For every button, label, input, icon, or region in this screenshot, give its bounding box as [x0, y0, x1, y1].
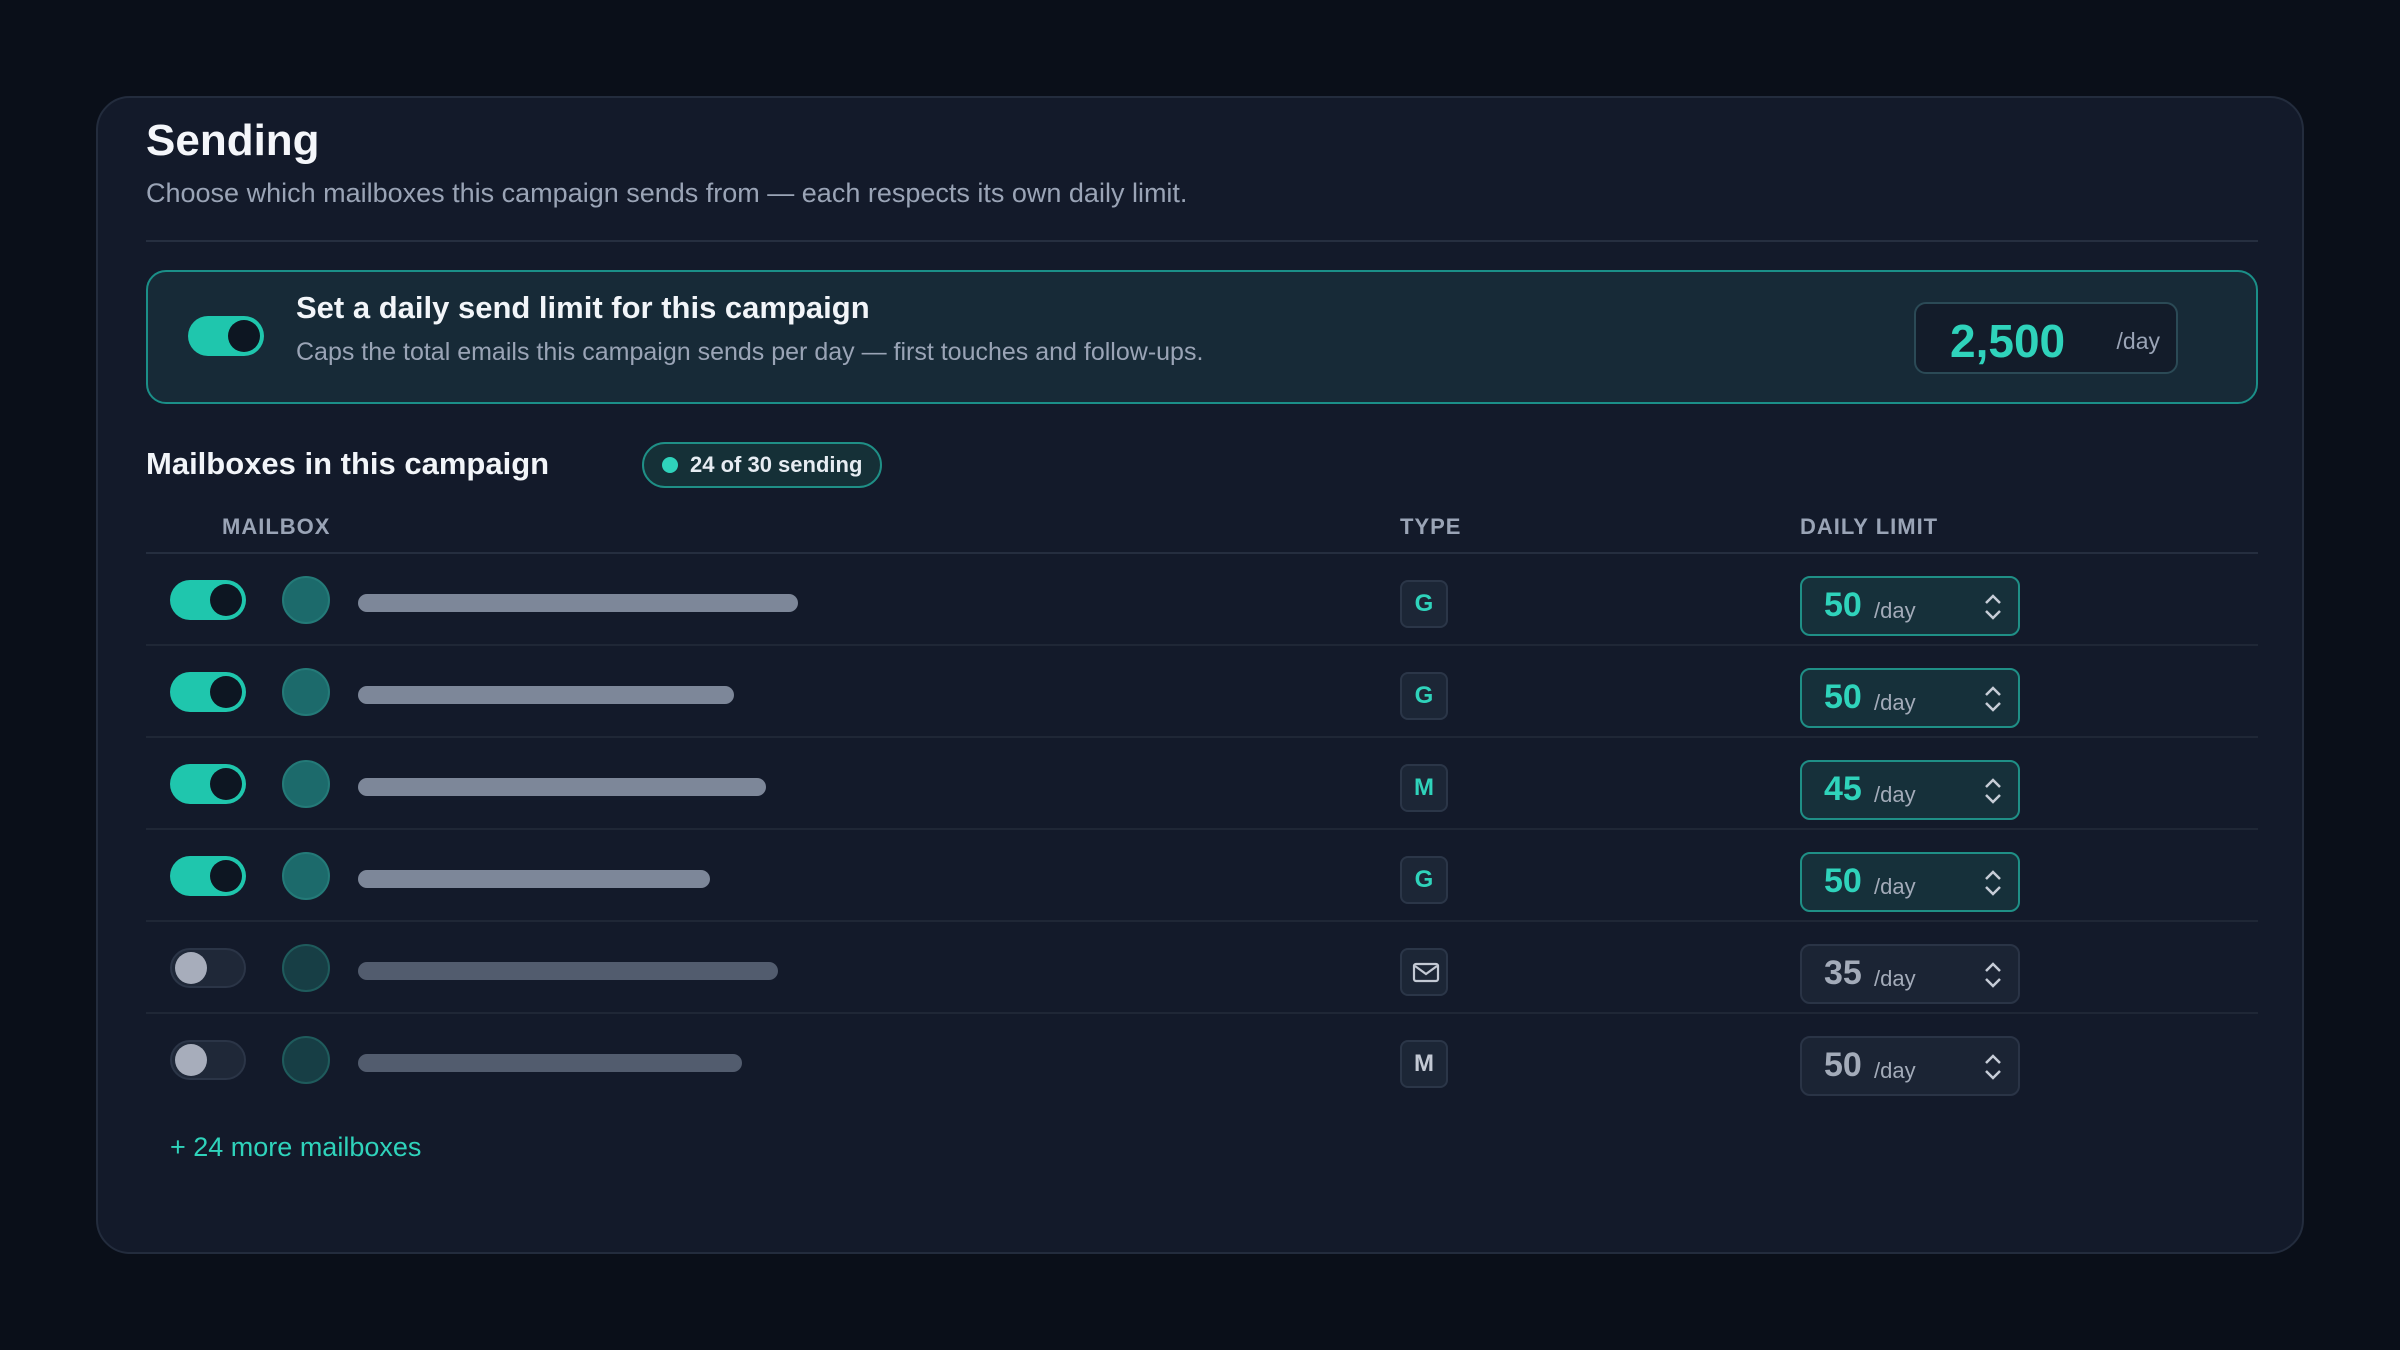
avatar [282, 576, 330, 624]
daily-limit-stepper[interactable]: 35 /day [1800, 944, 2020, 1004]
sending-card: Sending Choose which mailboxes this camp… [96, 96, 2304, 1254]
page-subtitle: Choose which mailboxes this campaign sen… [146, 178, 1188, 208]
table-row: M 50 /day [146, 1014, 2258, 1106]
campaign-limit-unit: /day [2116, 328, 2160, 354]
mailbox-toggle[interactable] [170, 764, 246, 804]
daily-limit-unit: /day [1874, 690, 1916, 715]
mailbox-toggle[interactable] [170, 672, 246, 712]
avatar [282, 760, 330, 808]
mailbox-address-placeholder [358, 870, 710, 888]
mailbox-address-placeholder [358, 1054, 742, 1072]
type-chip: G [1400, 580, 1448, 628]
daily-limit-value: 50 [1824, 1046, 1862, 1084]
campaign-limit-value: 2,500 [1950, 315, 2066, 367]
daily-limit-stepper[interactable]: 50 /day [1800, 576, 2020, 636]
daily-limit-unit: /day [1874, 598, 1916, 623]
daily-limit-value: 50 [1824, 586, 1862, 624]
table-row: M 45 /day [146, 738, 2258, 830]
daily-limit-unit: /day [1874, 782, 1916, 807]
avatar [282, 852, 330, 900]
mailbox-toggle[interactable] [170, 948, 246, 988]
table-row: 35 /day [146, 922, 2258, 1014]
table-row: G 50 /day [146, 646, 2258, 738]
table-row: G 50 /day [146, 830, 2258, 922]
table-row: G 50 /day [146, 554, 2258, 646]
daily-limit-value: 50 [1824, 678, 1862, 716]
toggle-knob [228, 320, 260, 352]
type-chip: G [1400, 856, 1448, 904]
daily-limit-stepper[interactable]: 45 /day [1800, 760, 2020, 820]
divider [146, 240, 2258, 242]
mailbox-toggle[interactable] [170, 580, 246, 620]
mailboxes-section-title: Mailboxes in this campaign [146, 446, 550, 481]
type-chip: M [1400, 764, 1448, 812]
daily-limit-value: 35 [1824, 954, 1862, 992]
stepper-arrows-icon[interactable] [1982, 866, 2004, 900]
campaign-limit-input[interactable]: 2,500 /day [1914, 302, 2178, 374]
avatar [282, 668, 330, 716]
column-header-mailbox: MAILBOX [222, 514, 331, 539]
page-title: Sending [146, 116, 320, 165]
toggle-knob [210, 768, 242, 800]
status-dot-icon [662, 457, 678, 473]
mailbox-toggle[interactable] [170, 1040, 246, 1080]
toggle-knob [210, 584, 242, 616]
stepper-arrows-icon[interactable] [1982, 590, 2004, 624]
toggle-knob [210, 860, 242, 892]
campaign-limit-panel: Set a daily send limit for this campaign… [146, 270, 2258, 404]
daily-limit-value: 45 [1824, 770, 1862, 808]
sending-status-text: 24 of 30 sending [690, 452, 863, 477]
daily-limit-value: 50 [1824, 862, 1862, 900]
mailbox-address-placeholder [358, 778, 766, 796]
avatar [282, 944, 330, 992]
toggle-knob [210, 676, 242, 708]
mailbox-address-placeholder [358, 594, 798, 612]
daily-limit-stepper[interactable]: 50 /day [1800, 668, 2020, 728]
stepper-arrows-icon[interactable] [1982, 774, 2004, 808]
mailbox-address-placeholder [358, 962, 778, 980]
more-mailboxes-link[interactable]: + 24 more mailboxes [170, 1132, 421, 1163]
campaign-limit-description: Caps the total emails this campaign send… [296, 338, 1204, 366]
type-chip [1400, 948, 1448, 996]
daily-limit-unit: /day [1874, 966, 1916, 991]
campaign-limit-toggle[interactable] [188, 316, 264, 356]
stepper-arrows-icon[interactable] [1982, 1050, 2004, 1084]
daily-limit-unit: /day [1874, 1058, 1916, 1083]
envelope-icon [1412, 962, 1440, 983]
column-header-daily-limit: DAILY LIMIT [1800, 514, 1939, 539]
daily-limit-stepper[interactable]: 50 /day [1800, 1036, 2020, 1096]
toggle-knob [175, 1044, 207, 1076]
stepper-arrows-icon[interactable] [1982, 682, 2004, 716]
stepper-arrows-icon[interactable] [1982, 958, 2004, 992]
daily-limit-stepper[interactable]: 50 /day [1800, 852, 2020, 912]
toggle-knob [175, 952, 207, 984]
type-chip: M [1400, 1040, 1448, 1088]
type-chip: G [1400, 672, 1448, 720]
column-header-type: TYPE [1400, 514, 1462, 539]
sending-status-badge: 24 of 30 sending [642, 442, 883, 488]
daily-limit-unit: /day [1874, 874, 1916, 899]
campaign-limit-title: Set a daily send limit for this campaign [296, 290, 870, 325]
mailbox-toggle[interactable] [170, 856, 246, 896]
mailbox-address-placeholder [358, 686, 734, 704]
avatar [282, 1036, 330, 1084]
